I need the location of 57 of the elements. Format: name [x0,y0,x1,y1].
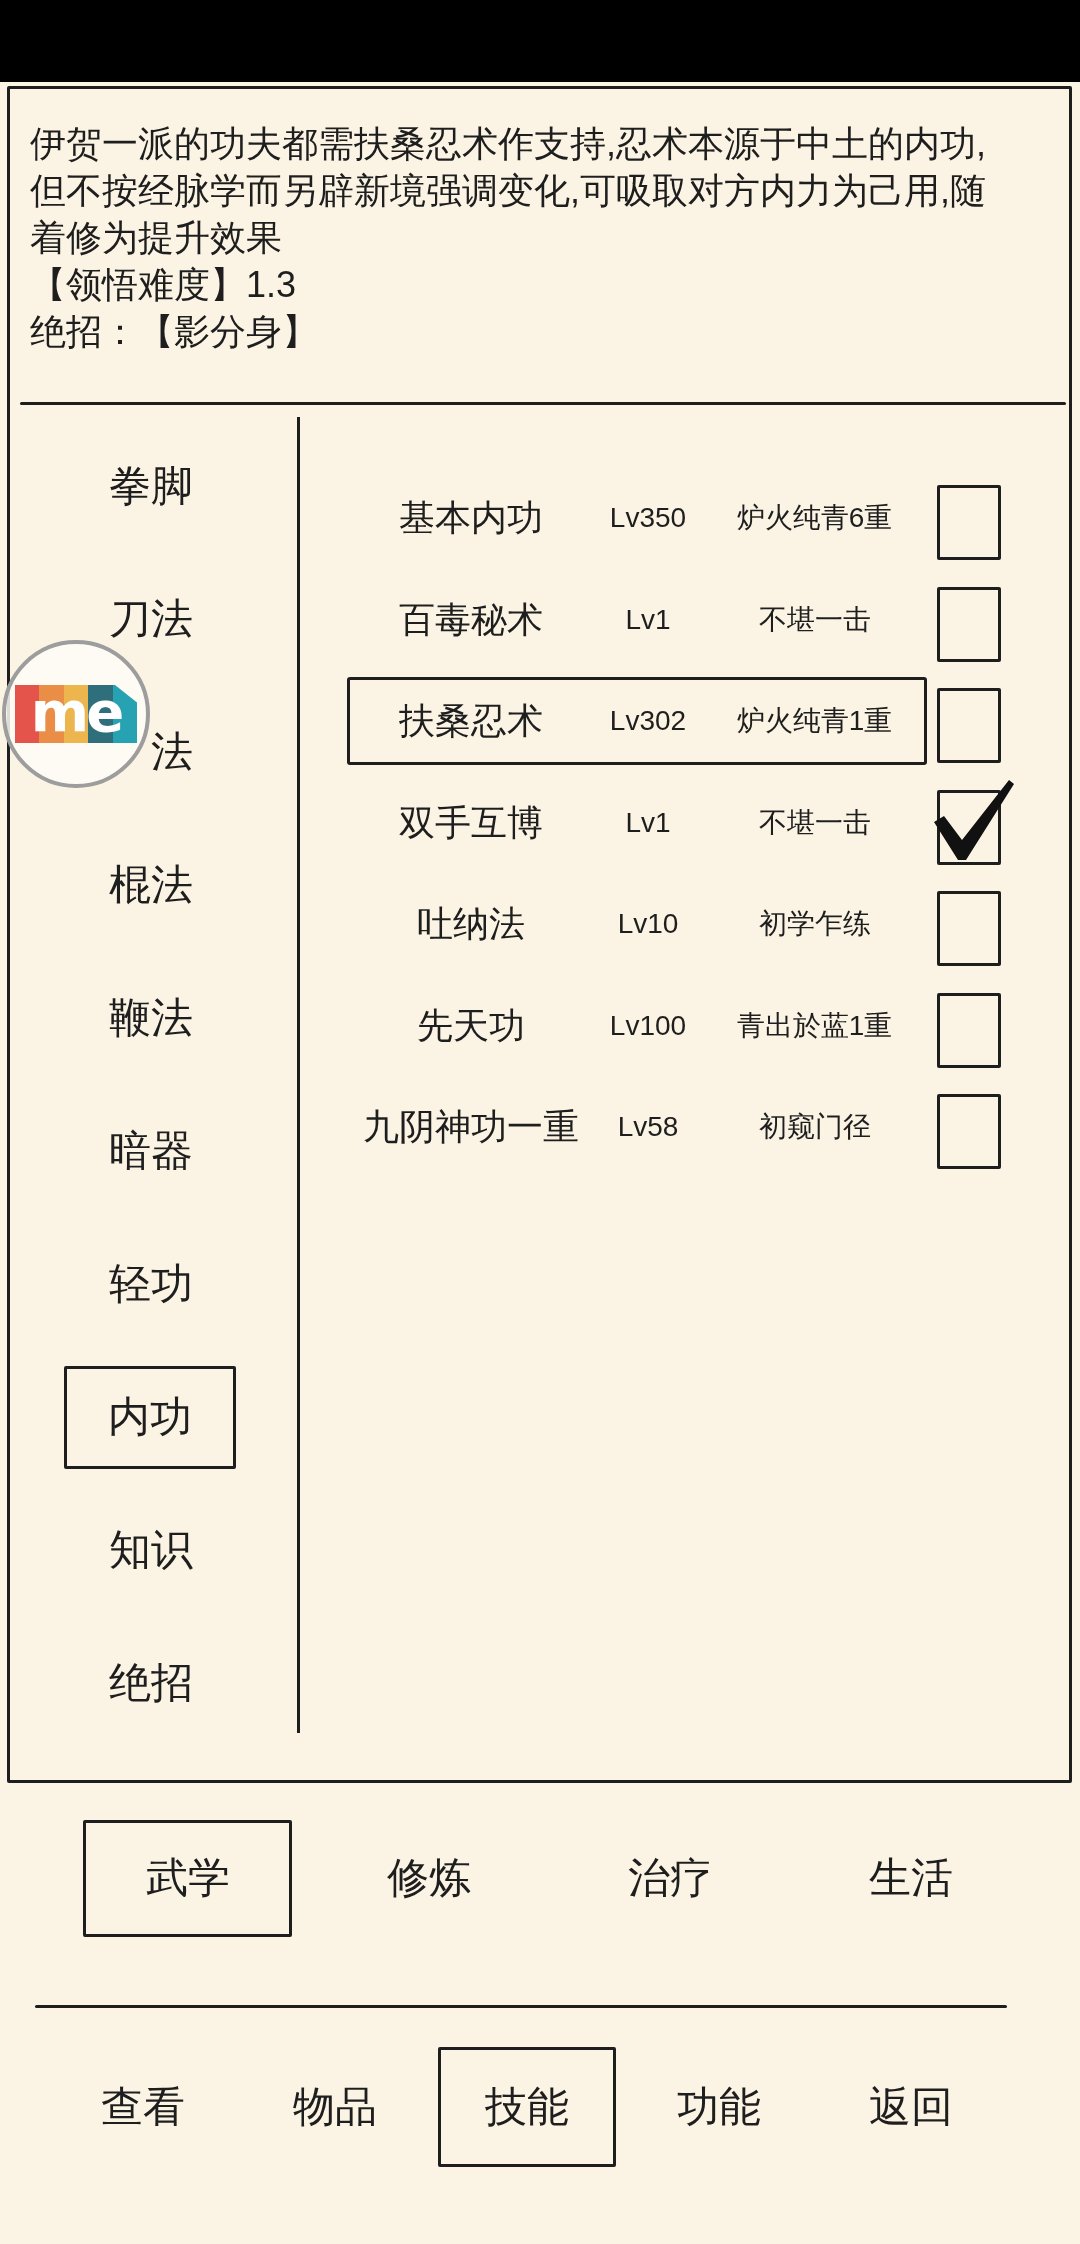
checkbox[interactable] [937,586,1001,662]
skill-name: 吐纳法 [416,902,525,946]
category-tab[interactable]: 知识 [108,1526,193,1575]
checkbox[interactable] [934,779,1014,865]
checkmark-icon [934,779,1014,860]
nav-button[interactable]: 返回 [869,2082,953,2132]
category-tab[interactable]: 轻功 [108,1260,193,1309]
nav-button[interactable]: 物品 [293,2082,377,2132]
checkbox[interactable] [937,992,1001,1068]
skill-level: Lv58 [617,1110,679,1144]
skill-name: 九阴神功一重 [362,1105,579,1149]
category-tab[interactable]: 拳脚 [108,462,193,511]
signature-move-text: 绝招：【影分身】 [30,310,318,354]
nav-button[interactable]: 技能 [438,2047,616,2167]
checkbox[interactable] [937,1094,1001,1169]
skill-name: 基本内功 [398,496,543,540]
category-tab[interactable]: 鞭法 [108,994,193,1043]
category-tab[interactable]: 暗器 [108,1127,193,1176]
category-tab[interactable]: 生活 [868,1854,953,1903]
category-tab[interactable]: 内功 [63,1366,236,1469]
nav-button[interactable]: 查看 [101,2082,185,2132]
difficulty-text: 【领悟难度】1.3 [30,263,297,307]
description-text: 伊贺一派的功夫都需扶桑忍术作支持,忍术本源于中土的内功,但不按经脉学而另辟新境强调变化,可吸取对方内力为己用,随着修为提升效果 [30,122,987,260]
category-tab[interactable]: 绝招 [108,1659,193,1708]
checkbox[interactable] [937,891,1001,966]
checkbox[interactable] [937,688,1001,763]
skill-rank: 不堪一击 [758,805,871,840]
skill-level: Lv1 [625,602,671,637]
skill-row[interactable]: 扶桑忍术 Lv302 炉火纯青1重 [347,677,927,765]
skill-level: Lv100 [609,1008,687,1043]
skill-level: Lv10 [617,907,679,941]
skill-row[interactable]: 吐纳法 Lv10 初学乍练 [347,880,927,968]
skill-rank: 炉火纯青1重 [736,704,893,738]
skill-rank: 炉火纯青6重 [736,501,893,535]
skill-name: 双手互博 [398,800,543,845]
nav-button[interactable]: 功能 [677,2082,761,2132]
skill-rank: 初窥门径 [758,1110,871,1144]
skill-level: Lv350 [609,501,687,535]
skill-row[interactable]: 先天功 Lv100 青出於蓝1重 [347,981,927,1070]
skill-row[interactable]: 双手互博 Lv1 不堪一击 [347,778,927,867]
skill-name: 先天功 [416,1003,525,1048]
skill-row[interactable]: 百毒秘术 Lv1 不堪一击 [347,575,927,664]
category-tab[interactable]: 棍法 [108,861,193,910]
skill-name: 百毒秘术 [398,597,543,642]
skill-name: 扶桑忍术 [398,699,543,743]
skill-rank: 青出於蓝1重 [736,1008,893,1043]
category-tab[interactable]: 修炼 [386,1854,471,1903]
skill-row[interactable]: 九阴神功一重 Lv58 初窥门径 [347,1083,927,1171]
skill-level: Lv1 [625,805,671,840]
skill-rank: 不堪一击 [758,602,871,637]
category-tab[interactable]: 治疗 [627,1854,712,1903]
skill-rank: 初学乍练 [758,907,871,941]
checkbox[interactable] [937,485,1001,560]
skill-row[interactable]: 基本内功 Lv350 炉火纯青6重 [347,474,927,562]
skill-level: Lv302 [609,704,687,738]
category-tab[interactable]: 武学 [83,1820,292,1937]
category-tab[interactable]: 法 [150,728,193,777]
